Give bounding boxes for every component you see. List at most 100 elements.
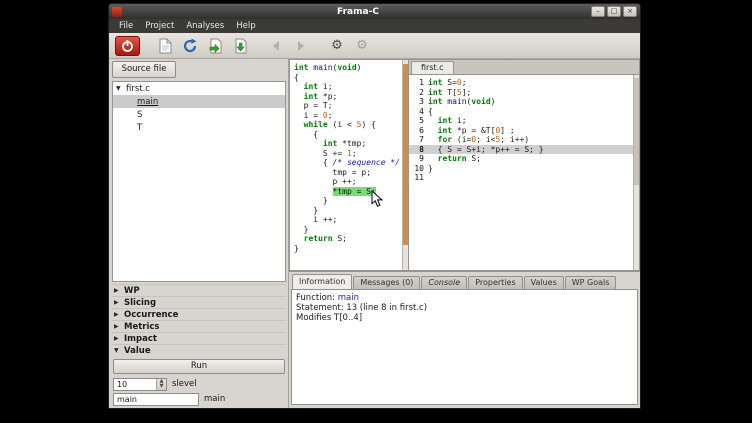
tab-wp-goals[interactable]: WP Goals (565, 276, 617, 289)
menu-file[interactable]: File (113, 20, 139, 32)
cil-code-line[interactable]: { /* sequence */ (294, 158, 402, 168)
gear-light-icon: ⚙ (356, 39, 368, 52)
section-value[interactable]: ▼ Value (112, 344, 286, 356)
expander-closed-icon: ▶ (114, 287, 124, 294)
code-token: T[ (442, 88, 456, 97)
main-function-input[interactable]: main (113, 393, 199, 406)
spin-down-icon[interactable]: ▼ (157, 384, 166, 390)
source-code-line[interactable]: 10} (409, 164, 633, 174)
menu-analyses[interactable]: Analyses (180, 20, 230, 32)
tab-information[interactable]: Information (292, 274, 352, 289)
cil-code-line[interactable]: int i; (294, 82, 402, 92)
source-code-line[interactable]: 7 for (i=0; i<5; i++) (409, 135, 633, 145)
cil-code-line[interactable]: } (294, 206, 402, 216)
code-token: Statement: 13 (line 8 in first.c) (296, 303, 427, 313)
code-token: } (294, 196, 328, 205)
refresh-icon (182, 38, 198, 54)
analyses-accordion: ▶ WP ▶ Slicing ▶ Occurrence ▶ Metrics ▶ (112, 284, 286, 356)
cil-code-line[interactable]: } (294, 225, 402, 235)
section-occurrence[interactable]: ▶ Occurrence (112, 308, 286, 320)
code-token: (i= (452, 135, 471, 144)
code-token (294, 139, 323, 148)
code-token: i; (452, 116, 466, 125)
source-scrollbar[interactable] (633, 75, 639, 270)
cil-code-line[interactable]: int *tmp; (294, 139, 402, 149)
section-slicing[interactable]: ▶ Slicing (112, 296, 286, 308)
cil-code-line[interactable]: S += 1; (294, 149, 402, 159)
section-metrics[interactable]: ▶ Metrics (112, 320, 286, 332)
save-session-button[interactable] (229, 36, 251, 56)
tab-console[interactable]: Console (421, 276, 467, 289)
code-token: Function: (296, 293, 338, 303)
back-icon (270, 40, 282, 52)
tab-messages[interactable]: Messages (0) (353, 276, 420, 289)
line-number: 10 (409, 164, 424, 174)
source-code-line[interactable]: 9 return S; (409, 154, 633, 164)
preferences-button[interactable]: ⚙ (351, 36, 373, 56)
cil-code-line[interactable]: } (294, 196, 402, 206)
slevel-spinner[interactable]: 10 ▲ ▼ (113, 378, 167, 391)
back-button[interactable] (265, 36, 287, 56)
frama-c-window: Frama-C – □ × File Project Analyses Help (108, 3, 641, 409)
section-impact[interactable]: ▶ Impact (112, 332, 286, 344)
analyses-button[interactable]: ⚙ (326, 36, 348, 56)
tree-root-first-c[interactable]: ▼ first.c (113, 82, 285, 95)
quit-button[interactable] (115, 36, 140, 56)
function-link[interactable]: main (338, 293, 359, 303)
menu-project[interactable]: Project (139, 20, 180, 32)
cil-code-line[interactable]: { (294, 130, 402, 140)
code-token: { (294, 130, 318, 139)
source-file-button[interactable]: Source file (112, 61, 176, 78)
cil-code-line[interactable]: *tmp = S; (294, 187, 402, 197)
line-number: 1 (409, 78, 424, 88)
minimize-button[interactable]: – (591, 6, 605, 17)
cil-code-line[interactable]: p = T; (294, 101, 402, 111)
menu-help[interactable]: Help (230, 20, 261, 32)
source-code-line[interactable]: 6 int *p = &T[0] ; (409, 126, 633, 136)
source-code-line[interactable]: 1int S=0; (409, 78, 633, 88)
cil-code-line[interactable]: int main(void) (294, 63, 402, 73)
source-code-line[interactable]: 8 { S = S+i; *p++ = S; } (409, 145, 633, 155)
maximize-button[interactable]: □ (607, 6, 621, 17)
code-token: S; (467, 154, 481, 163)
code-token: (i < (328, 120, 357, 129)
cil-code-line[interactable]: while (i < 5) { (294, 120, 402, 130)
code-token: Modifies T[0..4] (296, 313, 362, 323)
cil-code-line[interactable]: } (294, 244, 402, 254)
tab-values[interactable]: Values (524, 276, 564, 289)
cil-code-line[interactable]: i ++; (294, 215, 402, 225)
code-token: int (428, 78, 442, 87)
forward-button[interactable] (290, 36, 312, 56)
reparse-button[interactable] (179, 36, 201, 56)
code-token (294, 82, 304, 91)
source-code-line[interactable]: 11 (409, 173, 633, 183)
source-code-line[interactable]: 3int main(void) (409, 97, 633, 107)
code-token: main (313, 63, 332, 72)
cil-code-line[interactable]: p ++; (294, 177, 402, 187)
source-code-line[interactable]: 4{ (409, 107, 633, 117)
expander-closed-icon: ▶ (114, 335, 124, 342)
sidebar: Source file ▼ first.c main S T ▶ (109, 59, 289, 408)
cil-code-line[interactable]: { (294, 73, 402, 83)
tree-item-t[interactable]: T (113, 121, 285, 134)
tree-item-s[interactable]: S (113, 108, 285, 121)
source-files-button[interactable] (154, 36, 176, 56)
section-wp[interactable]: ▶ WP (112, 284, 286, 296)
run-button[interactable]: Run (113, 359, 285, 374)
bottom-panel: Information Messages (0) Console Propert… (289, 271, 640, 408)
tree-item-main[interactable]: main (113, 95, 285, 108)
tab-properties[interactable]: Properties (468, 276, 522, 289)
tab-first-c[interactable]: first.c (411, 61, 454, 74)
load-session-button[interactable] (204, 36, 226, 56)
close-button[interactable]: × (623, 6, 637, 17)
cil-scrollbar[interactable] (402, 60, 408, 270)
cil-code-line[interactable]: tmp = p; (294, 168, 402, 178)
gear-icon: ⚙ (331, 39, 343, 52)
cil-code-line[interactable]: i = 0; (294, 111, 402, 121)
cil-code-line[interactable]: return S; (294, 234, 402, 244)
expander-open-icon[interactable]: ▼ (116, 85, 126, 92)
titlebar[interactable]: Frama-C – □ × (109, 4, 640, 19)
cil-code-line[interactable]: int *p; (294, 92, 402, 102)
source-code-line[interactable]: 2int T[5]; (409, 88, 633, 98)
source-code-line[interactable]: 5 int i; (409, 116, 633, 126)
